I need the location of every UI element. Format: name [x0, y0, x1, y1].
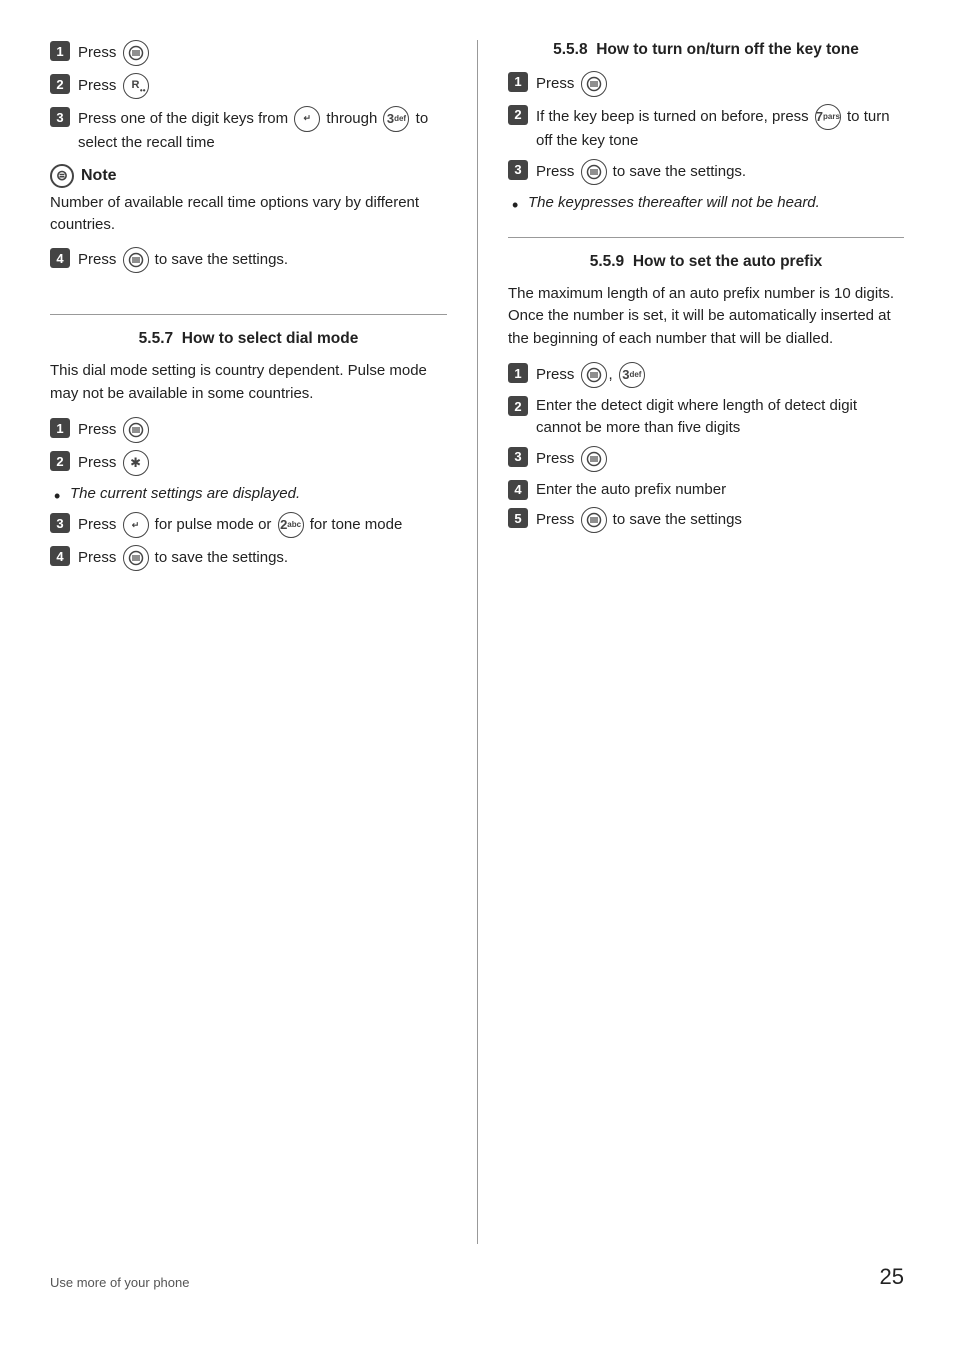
557-step-1: 1 Press	[50, 417, 447, 443]
page-footer: Use more of your phone 25	[50, 1244, 904, 1290]
559-step-2: 2 Enter the detect digit where length of…	[508, 395, 904, 439]
menu-icon-4	[123, 247, 149, 273]
558-step-1: 1 Press	[508, 71, 904, 97]
note-box: ⊜ Note Number of available recall time o…	[50, 164, 447, 236]
step-2: 2 Press R••	[50, 73, 447, 99]
559-step-1: 1 Press , 3def	[508, 362, 904, 388]
step-1: 1 Press	[50, 40, 447, 66]
1key-557-icon: ↵	[123, 512, 149, 538]
1key-icon: ↵	[294, 106, 320, 132]
2key-icon: 2abc	[278, 512, 304, 538]
559-step-3: 3 Press	[508, 446, 904, 472]
menu-icon-559-5	[581, 507, 607, 533]
557-step-2: 2 Press ✱	[50, 450, 447, 476]
menu-icon	[123, 40, 149, 66]
note-icon: ⊜	[50, 164, 74, 188]
right-column: 5.5.8 How to turn on/turn off the key to…	[477, 40, 904, 1244]
star-icon: ✱	[123, 450, 149, 476]
menu-icon-557-1	[123, 417, 149, 443]
section-559: 5.5.9 How to set the auto prefix The max…	[508, 252, 904, 541]
557-step-3: 3 Press ↵ for pulse mode or 2abc for ton…	[50, 512, 447, 538]
menu-icon-558-3	[581, 159, 607, 185]
step-4: 4 Press to save the	[50, 247, 447, 273]
top-continuation-steps: 1 Press	[50, 40, 447, 280]
7key-icon: 7pars	[815, 104, 841, 130]
3key-559-icon: 3def	[619, 362, 645, 388]
section-557: 5.5.7 How to select dial mode This dial …	[50, 329, 447, 578]
page: 1 Press	[0, 0, 954, 1350]
menu-icon-559-1	[581, 362, 607, 388]
divider-557	[50, 314, 447, 315]
r-key-icon: R••	[123, 73, 149, 99]
558-step-2: 2 If the key beep is turned on before, p…	[508, 104, 904, 152]
section-558: 5.5.8 How to turn on/turn off the key to…	[508, 40, 904, 221]
footer-text: Use more of your phone	[50, 1275, 189, 1290]
bullet-keypresses: • The keypresses thereafter will not be …	[508, 192, 904, 214]
menu-icon-557-4	[123, 545, 149, 571]
page-number: 25	[880, 1264, 904, 1290]
558-step-3: 3 Press to save the	[508, 159, 904, 185]
section-559-desc: The maximum length of an auto prefix num…	[508, 283, 904, 351]
559-step-5: 5 Press to save the	[508, 507, 904, 533]
step-3: 3 Press one of the digit keys from ↵ thr…	[50, 106, 447, 154]
559-step-4: 4 Enter the auto prefix number	[508, 479, 904, 501]
menu-icon-559-3	[581, 446, 607, 472]
left-column: 1 Press	[50, 40, 477, 1244]
557-step-4: 4 Press to save the	[50, 545, 447, 571]
bullet-current-settings: • The current settings are displayed.	[50, 483, 447, 505]
section-557-desc: This dial mode setting is country depend…	[50, 360, 447, 405]
3key-icon: 3def	[383, 106, 409, 132]
menu-icon-558-1	[581, 71, 607, 97]
divider-559	[508, 237, 904, 238]
